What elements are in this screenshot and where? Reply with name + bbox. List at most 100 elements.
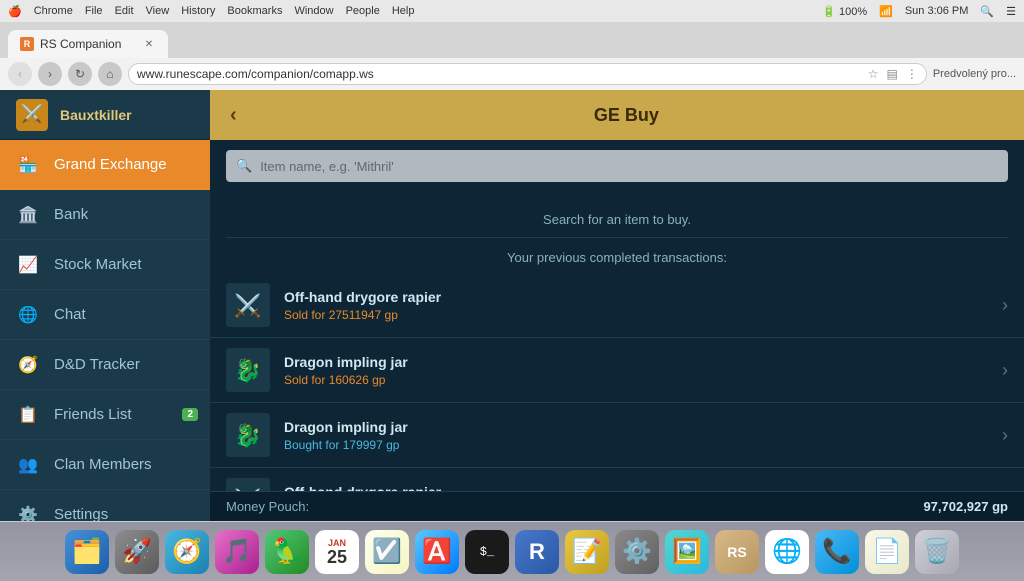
window-menu[interactable]: Window [294, 5, 333, 17]
item-name-1: Dragon impling jar [284, 354, 988, 370]
chevron-right-icon-0: › [1002, 295, 1008, 316]
dock-textedit[interactable]: 📄 [865, 530, 909, 574]
menu-icon[interactable]: ☰ [1006, 5, 1016, 18]
dock-parrot[interactable]: 🦜 [265, 530, 309, 574]
help-menu[interactable]: Help [392, 5, 415, 17]
bookmarks-menu[interactable]: Bookmarks [227, 5, 282, 17]
sidebar-item-chat[interactable]: 🌐 Chat [0, 290, 210, 340]
svg-text:🐉: 🐉 [234, 358, 261, 383]
svg-text:⚔️: ⚔️ [234, 488, 261, 491]
dock-photos[interactable]: 🖼️ [665, 530, 709, 574]
svg-text:🐉: 🐉 [234, 423, 261, 448]
dock-skype[interactable]: 📞 [815, 530, 859, 574]
wifi-icon: 📶 [879, 5, 893, 18]
transactions-label: Your previous completed transactions: [210, 238, 1024, 273]
bank-icon: 🏛️ [16, 203, 40, 227]
item-icon-3: ⚔️ [226, 478, 270, 491]
sidebar-item-dd-tracker[interactable]: 🧭 D&D Tracker [0, 340, 210, 390]
main-content: ‹ GE Buy 🔍 Search for an item to buy. Yo… [210, 90, 1024, 521]
dock-system-preferences[interactable]: ⚙️ [615, 530, 659, 574]
clock: Sun 3:06 PM [905, 5, 969, 17]
dock-chrome[interactable]: 🌐 [765, 530, 809, 574]
sidebar-item-stock-market[interactable]: 📈 Stock Market [0, 240, 210, 290]
chrome-tab[interactable]: R RS Companion ✕ [8, 30, 168, 58]
money-pouch: Money Pouch: 97,702,927 gp [210, 491, 1024, 521]
item-icon-2: 🐉 [226, 413, 270, 457]
refresh-button[interactable]: ↻ [68, 62, 92, 86]
item-details-1: Dragon impling jar Sold for 160626 gp [284, 354, 988, 387]
money-pouch-label: Money Pouch: [226, 499, 309, 514]
people-menu[interactable]: People [346, 5, 380, 17]
dock-safari[interactable]: 🧭 [165, 530, 209, 574]
item-details-0: Off-hand drygore rapier Sold for 2751194… [284, 289, 988, 322]
url-input[interactable]: www.runescape.com/companion/comapp.ws ☆ … [128, 63, 927, 85]
mac-menu-bar: 🍎 Chrome File Edit View History Bookmark… [8, 5, 414, 18]
history-menu[interactable]: History [181, 5, 215, 17]
sidebar-item-friends-list[interactable]: 📋 Friends List 2 [0, 390, 210, 440]
transaction-item-2[interactable]: 🐉 Dragon impling jar Bought for 179997 g… [210, 403, 1024, 468]
search-input[interactable] [260, 159, 998, 174]
back-button[interactable]: ‹ [8, 62, 32, 86]
sidebar-username: Bauxtkiller [60, 107, 132, 123]
item-name-3: Off-hand drygore rapier [284, 484, 988, 492]
clan-members-label: Clan Members [54, 456, 152, 473]
forward-button[interactable]: › [38, 62, 62, 86]
settings-icon: ⚙️ [16, 503, 40, 522]
bookmark-star-icon[interactable]: ☆ [868, 67, 879, 81]
sidebar-item-settings[interactable]: ⚙️ Settings [0, 490, 210, 521]
chrome-menu-icon[interactable]: ⋮ [906, 67, 918, 81]
tab-favicon: R [20, 37, 34, 51]
edit-menu[interactable]: Edit [115, 5, 134, 17]
battery-icon: 🔋 100% [822, 5, 867, 18]
item-details-3: Off-hand drygore rapier Bought for 27071… [284, 484, 988, 492]
sidebar-header: ⚔️ Bauxtkiller [0, 90, 210, 140]
dock-scrivener[interactable]: 📝 [565, 530, 609, 574]
dock-trash[interactable]: 🗑️ [915, 530, 959, 574]
dock-finder[interactable]: 🗂️ [65, 530, 109, 574]
transaction-item-0[interactable]: ⚔️ Off-hand drygore rapier Sold for 2751… [210, 273, 1024, 338]
grand-exchange-label: Grand Exchange [54, 156, 167, 173]
item-icon-1: 🐉 [226, 348, 270, 392]
url-bar-icons: ☆ ▤ ⋮ [868, 67, 918, 81]
predvoleny-text: Predvolený pro... [933, 68, 1016, 80]
sidebar-item-bank[interactable]: 🏛️ Bank [0, 190, 210, 240]
chevron-right-icon-2: › [1002, 425, 1008, 446]
dock-calendar[interactable]: JAN 25 [315, 530, 359, 574]
sidebar-item-grand-exchange[interactable]: 🏪 Grand Exchange [0, 140, 210, 190]
item-price-2: Bought for 179997 gp [284, 438, 988, 452]
chat-icon: 🌐 [16, 303, 40, 327]
view-menu[interactable]: View [146, 5, 170, 17]
dock-runescape[interactable]: RS [715, 530, 759, 574]
transaction-item-1[interactable]: 🐉 Dragon impling jar Sold for 160626 gp … [210, 338, 1024, 403]
file-menu[interactable]: File [85, 5, 103, 17]
content-header: ‹ GE Buy [210, 90, 1024, 140]
chrome-menu[interactable]: Chrome [34, 5, 73, 17]
sidebar: ⚔️ Bauxtkiller 🏪 Grand Exchange 🏛️ Bank … [0, 90, 210, 521]
clan-members-icon: 👥 [16, 453, 40, 477]
transaction-item-3[interactable]: ⚔️ Off-hand drygore rapier Bought for 27… [210, 468, 1024, 491]
url-text: www.runescape.com/companion/comapp.ws [137, 67, 374, 81]
apple-menu[interactable]: 🍎 [8, 5, 22, 18]
cast-icon[interactable]: ▤ [887, 67, 898, 81]
item-price-0: Sold for 27511947 gp [284, 308, 988, 322]
stock-market-icon: 📈 [16, 253, 40, 277]
search-hint: Search for an item to buy. [210, 192, 1024, 237]
app-container: ⚔️ Bauxtkiller 🏪 Grand Exchange 🏛️ Bank … [0, 90, 1024, 521]
search-icon[interactable]: 🔍 [980, 5, 994, 18]
bank-label: Bank [54, 206, 88, 223]
calendar-month-label: JAN [328, 538, 346, 548]
tab-close-button[interactable]: ✕ [142, 37, 156, 51]
search-input-wrapper[interactable]: 🔍 [226, 150, 1008, 182]
sidebar-item-clan-members[interactable]: 👥 Clan Members [0, 440, 210, 490]
dock-terminal[interactable]: $_ [465, 530, 509, 574]
back-nav-button[interactable]: ‹ [230, 104, 237, 127]
dock-rstudio[interactable]: R [515, 530, 559, 574]
dock-itunes[interactable]: 🎵 [215, 530, 259, 574]
grand-exchange-icon: 🏪 [16, 153, 40, 177]
tab-title: RS Companion [40, 37, 121, 51]
dock-reminders[interactable]: ☑️ [365, 530, 409, 574]
home-button[interactable]: ⌂ [98, 62, 122, 86]
dock-appstore[interactable]: 🅰️ [415, 530, 459, 574]
settings-label: Settings [54, 506, 108, 521]
dock-launchpad[interactable]: 🚀 [115, 530, 159, 574]
